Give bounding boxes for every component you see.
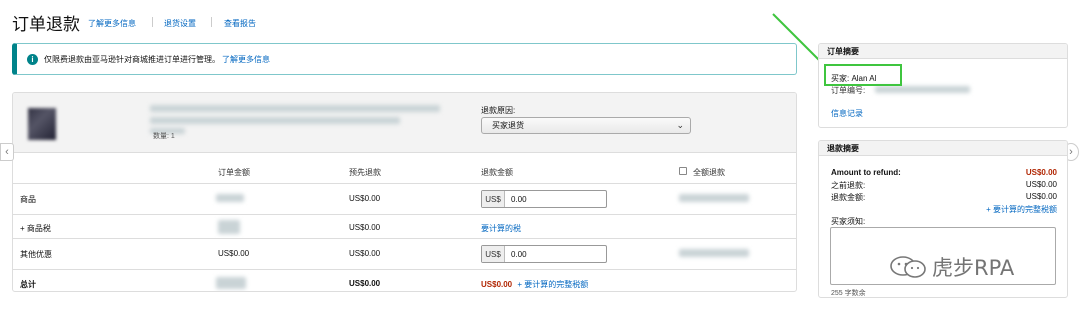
total-prior-refund: US$0.00 xyxy=(349,279,381,288)
refund-items-panel: 数量: 1 退款原因: 买家退货 ⌄ 订单金额 预先退款 退款金额 全额退款 商… xyxy=(12,92,797,292)
product-title-redacted xyxy=(150,105,440,112)
header-divider xyxy=(211,17,212,27)
order-number-redacted xyxy=(875,86,970,93)
full-refund-label: 全额退款 xyxy=(693,168,725,177)
table-row: + 商品税 US$0.00 要计算的税 xyxy=(13,214,796,238)
refund-amount-value: 0.00 xyxy=(511,194,527,204)
col-header-refund-amount: 退款金额 xyxy=(481,168,513,177)
amount-to-refund-label: Amount to refund: xyxy=(831,168,901,177)
product-detail-redacted xyxy=(150,117,400,124)
prior-refund-value: US$0.00 xyxy=(1025,180,1057,189)
chevron-down-icon: ⌄ xyxy=(676,120,684,130)
header-divider xyxy=(152,17,153,27)
full-tax-link[interactable]: + 要计算的完整税额 xyxy=(517,280,588,289)
refund-reason-label: 退款原因: xyxy=(481,106,516,115)
col-header-prior-refund: 预先退款 xyxy=(349,168,381,177)
table-row: 其他优惠 US$0.00 US$0.00 US$ 0.00 xyxy=(13,238,796,269)
row-label: + 商品税 xyxy=(20,224,51,233)
order-summary-title: 订单摘要 xyxy=(819,44,1067,59)
learn-more-link[interactable]: 了解更多信息 xyxy=(88,18,136,29)
row-label: 商品 xyxy=(20,195,36,204)
order-amount-redacted xyxy=(218,220,240,234)
total-order-amount-redacted xyxy=(216,277,246,289)
buyer-note-label: 买家须知: xyxy=(831,217,866,226)
message-history-link[interactable]: 信息记录 xyxy=(831,108,863,119)
promotion-refund-input[interactable]: US$ 0.00 xyxy=(481,245,607,263)
product-bar: 数量: 1 退款原因: 买家退货 ⌄ xyxy=(13,93,796,153)
info-icon: i xyxy=(27,53,38,65)
row-label: 其他优惠 xyxy=(20,250,52,259)
full-refund-checkbox[interactable] xyxy=(679,167,687,175)
prior-refund-label: 之前退款: xyxy=(831,181,866,190)
refund-amount-value: 0.00 xyxy=(511,249,527,259)
amount-to-refund-value: US$0.00 xyxy=(1025,168,1057,177)
refund-amount-input[interactable]: US$ 0.00 xyxy=(481,190,607,208)
view-reports-link[interactable]: 查看报告 xyxy=(224,18,256,29)
table-row: 商品 US$0.00 US$ 0.00 xyxy=(13,183,796,214)
total-refund-value: US$0.00 xyxy=(481,280,513,289)
col-header-order-amount: 订单金额 xyxy=(218,168,250,177)
wechat-logo-icon xyxy=(890,256,926,278)
full-tax-summary-link[interactable]: + 要计算的完整税额 xyxy=(986,204,1057,215)
refund-summary-title: 退款摘要 xyxy=(819,141,1067,156)
banner-learn-more-link[interactable]: 了解更多信息 xyxy=(222,54,270,65)
currency-label: US$ xyxy=(482,246,505,262)
chars-remaining: 255 字数余 xyxy=(831,290,866,297)
product-image xyxy=(28,108,56,140)
refund-reason-select[interactable]: 买家退货 ⌄ xyxy=(481,117,691,134)
total-refund-group: US$0.00 + 要计算的完整税额 xyxy=(481,279,588,290)
prior-refund-value: US$0.00 xyxy=(349,249,381,258)
order-amount-value: US$0.00 xyxy=(218,249,250,258)
table-total-row: 总计 US$0.00 US$0.00 + 要计算的完整税额 xyxy=(13,269,796,291)
banner-text: 仅限费退款由亚马逊针对商城推进订单进行管理。 xyxy=(44,54,220,64)
currency-label: US$ xyxy=(482,191,505,207)
refund-amount-value: US$0.00 xyxy=(1025,192,1057,201)
watermark-text: 虎步RPA xyxy=(932,256,1015,280)
order-amount-redacted xyxy=(216,194,244,202)
prior-refund-value: US$0.00 xyxy=(349,194,381,203)
full-refund-amount-redacted xyxy=(679,249,749,257)
total-label: 总计 xyxy=(20,280,36,289)
refund-reason-value: 买家退货 xyxy=(492,121,524,130)
chevron-left-icon[interactable]: ‹ xyxy=(0,143,14,161)
calculate-tax-link[interactable]: 要计算的税 xyxy=(481,223,521,234)
info-banner: i 仅限费退款由亚马逊针对商城推进订单进行管理。 了解更多信息 xyxy=(12,43,797,75)
return-settings-link[interactable]: 退货设置 xyxy=(164,18,196,29)
page-title: 订单退款 xyxy=(12,15,80,34)
prior-refund-value: US$0.00 xyxy=(349,223,381,232)
watermark: 虎步RPA xyxy=(888,252,1014,282)
order-number-label: 订单编号: xyxy=(831,86,866,95)
buyer-highlight-box xyxy=(824,64,902,86)
full-refund-amount-redacted xyxy=(679,194,749,202)
product-qty: 数量: 1 xyxy=(153,133,175,140)
refund-amount-label: 退款金额: xyxy=(831,193,866,202)
